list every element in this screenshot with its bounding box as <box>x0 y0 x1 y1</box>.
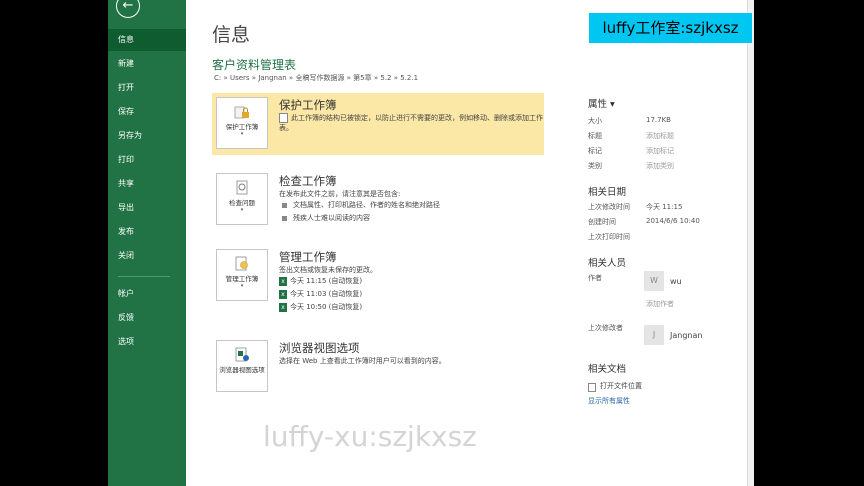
avatar: J <box>644 325 664 345</box>
chevron-down-icon: ▾ <box>240 207 244 213</box>
manage-workbook-button[interactable]: 管理工作簿 ▾ <box>216 249 268 301</box>
protect-workbook-section: 保护工作簿 ▾ 保护工作簿 此工作簿的结构已被锁定，以防止进行不需要的更改，例如… <box>212 93 544 155</box>
property-title[interactable]: 标题 添加标题 <box>588 131 754 146</box>
version-item[interactable]: x 今天 10:50 (自动恢复) <box>279 301 544 314</box>
excel-file-icon: x <box>279 302 287 312</box>
protect-workbook-button[interactable]: 保护工作簿 ▾ <box>216 97 268 149</box>
date-last-modified: 上次修改时间 今天 11:15 <box>588 203 683 211</box>
inspect-icon <box>236 180 248 195</box>
date-created: 创建时间 2014/6/6 10:40 <box>588 217 700 226</box>
lock-icon <box>234 106 249 119</box>
browser-view-section: 浏览器视图选项 浏览器视图选项 选择在 Web 上查看此工作簿时用户可以看到的内… <box>212 336 544 398</box>
breadcrumb[interactable]: C: » Users » Jangnan » 全稿写作数据源 » 第5章 » 5… <box>214 73 418 83</box>
excel-backstage: ← 信息 新建 打开 保存 另存为 打印 共享 导出 发布 关闭 帐户 反馈 选… <box>108 0 754 486</box>
inspect-title: 检查工作簿 <box>279 174 337 188</box>
nav-feedback[interactable]: 反馈 <box>108 307 186 329</box>
manage-button-label: 管理工作簿 <box>225 275 259 283</box>
browser-view-label: 浏览器视图选项 <box>219 366 265 374</box>
inspect-workbook-section: 检查问题 ▾ 检查工作簿 在发布此文件之前，请注意其是否包含: 文档属性、打印机… <box>212 169 544 231</box>
browser-view-icon <box>235 347 249 362</box>
nav-close[interactable]: 关闭 <box>108 245 186 267</box>
locked-sheet-icon <box>279 113 288 123</box>
property-tags[interactable]: 标记 添加标记 <box>588 146 754 161</box>
show-all-properties-link[interactable]: 显示所有属性 <box>588 396 754 411</box>
chevron-down-icon: ▾ <box>240 283 244 289</box>
nav-new[interactable]: 新建 <box>108 53 186 75</box>
modifier-name[interactable]: Jangnan <box>670 331 702 340</box>
back-button[interactable]: ← <box>116 0 140 18</box>
open-file-location[interactable]: 打开文件位置 <box>588 381 754 396</box>
nav-save-as[interactable]: 另存为 <box>108 125 186 147</box>
properties-header[interactable]: 属性 ▾ <box>588 96 754 110</box>
protect-button-label: 保护工作簿 <box>225 123 259 131</box>
date-last-printed: 上次打印时间 <box>588 233 630 241</box>
chevron-down-icon: ▾ <box>240 131 244 137</box>
browser-view-options-button[interactable]: 浏览器视图选项 <box>216 340 268 392</box>
nav-open[interactable]: 打开 <box>108 77 186 99</box>
page-title: 信息 <box>212 24 251 46</box>
inspect-item: 残疾人士难以阅读的内容 <box>279 212 544 225</box>
nav-options[interactable]: 选项 <box>108 331 186 353</box>
nav-divider <box>118 276 170 277</box>
watermark-top: luffy工作室:szjkxsz <box>589 13 752 43</box>
excel-file-icon: x <box>279 289 287 299</box>
author-name[interactable]: wu <box>670 277 682 286</box>
inspect-item: 文档属性、打印机路径、作者的姓名和绝对路径 <box>279 199 544 212</box>
version-item[interactable]: x 今天 11:03 (自动恢复) <box>279 288 544 301</box>
nav-print[interactable]: 打印 <box>108 149 186 171</box>
check-issues-button[interactable]: 检查问题 ▾ <box>216 173 268 225</box>
related-dates-header: 相关日期 <box>588 187 627 198</box>
document-name: 客户资料管理表 <box>212 58 297 72</box>
excel-file-icon: x <box>279 276 287 286</box>
protect-title: 保护工作簿 <box>279 98 337 112</box>
related-people-header: 相关人员 <box>588 258 627 269</box>
bullet-icon <box>282 215 287 221</box>
protect-description: 此工作簿的结构已被锁定，以防止进行不需要的更改，例如移动、删除或添加工作表。 <box>279 113 544 133</box>
browser-view-description: 选择在 Web 上查看此工作簿时用户可以看到的内容。 <box>279 357 446 365</box>
manage-workbook-icon <box>235 256 248 271</box>
arrow-left-icon: ← <box>122 0 134 13</box>
backstage-sidebar: ← 信息 新建 打开 保存 另存为 打印 共享 导出 发布 关闭 帐户 反馈 选… <box>108 0 186 486</box>
watermark-bottom: luffy-xu:szjkxsz <box>263 420 477 453</box>
property-category[interactable]: 类别 添加类别 <box>588 161 754 176</box>
version-item[interactable]: x 今天 11:15 (自动恢复) <box>279 275 544 288</box>
nav-info[interactable]: 信息 <box>108 29 186 51</box>
inspect-description: 在发布此文件之前，请注意其是否包含: 文档属性、打印机路径、作者的姓名和绝对路径… <box>279 189 544 225</box>
avatar: W <box>644 271 664 291</box>
nav-share[interactable]: 共享 <box>108 173 186 195</box>
folder-icon <box>588 383 596 392</box>
related-docs-header: 相关文档 <box>588 364 627 375</box>
protect-desc-text: 此工作簿的结构已被锁定，以防止进行不需要的更改，例如移动、删除或添加工作表。 <box>279 114 543 132</box>
manage-desc-text: 签出文档或恢复未保存的更改。 <box>279 266 377 274</box>
add-author-link[interactable]: 添加作者 <box>646 299 674 309</box>
info-pane: 信息 客户资料管理表 C: » Users » Jangnan » 全稿写作数据… <box>186 0 754 486</box>
scrollbar[interactable] <box>747 0 754 486</box>
manage-workbook-section: 管理工作簿 ▾ 管理工作簿 签出文档或恢复未保存的更改。 x 今天 11:15 (… <box>212 245 544 312</box>
nav-save[interactable]: 保存 <box>108 101 186 123</box>
inspect-desc-text: 在发布此文件之前，请注意其是否包含: <box>279 190 401 198</box>
properties-panel: 属性 ▾ 大小 17.7KB 标题 添加标题 标记 添加标记 类别 添加类别 相关日期 … <box>588 96 754 411</box>
nav-publish[interactable]: 发布 <box>108 221 186 243</box>
check-issues-label: 检查问题 <box>229 199 255 207</box>
bullet-icon <box>282 202 287 208</box>
browser-view-title: 浏览器视图选项 <box>279 341 360 355</box>
manage-description: 签出文档或恢复未保存的更改。 x 今天 11:15 (自动恢复) x 今天 11:0… <box>279 265 544 314</box>
manage-title: 管理工作簿 <box>279 250 337 264</box>
author-label: 作者 <box>588 274 602 282</box>
property-size: 大小 17.7KB <box>588 116 671 125</box>
nav-export[interactable]: 导出 <box>108 197 186 219</box>
nav-account[interactable]: 帐户 <box>108 283 186 305</box>
